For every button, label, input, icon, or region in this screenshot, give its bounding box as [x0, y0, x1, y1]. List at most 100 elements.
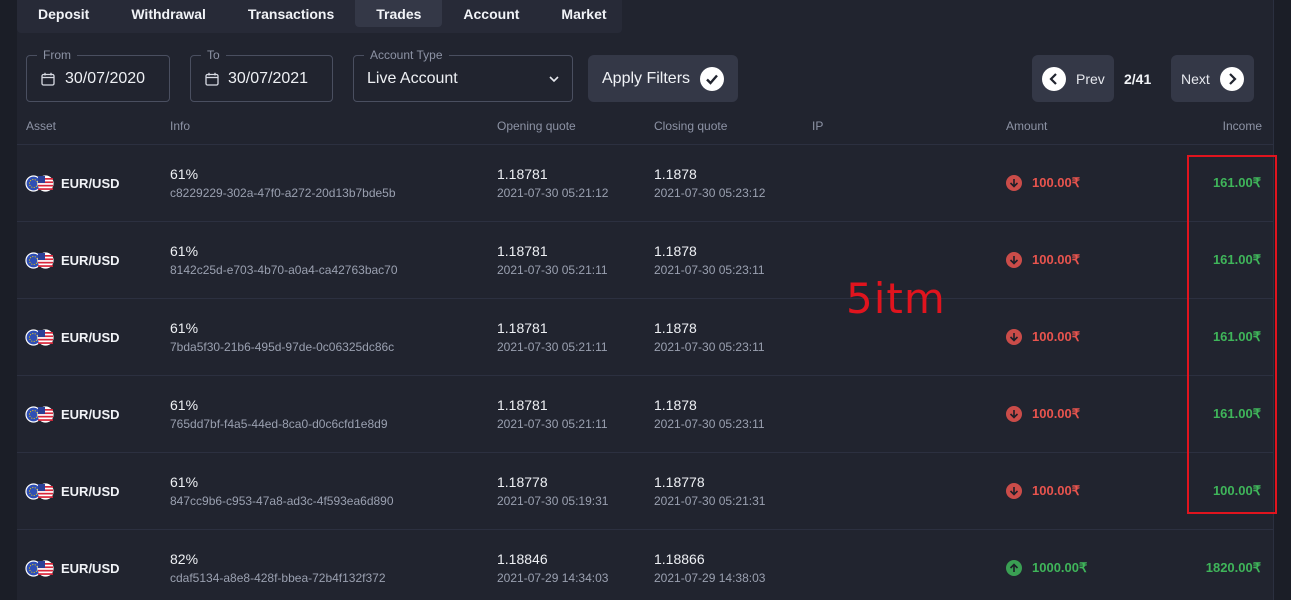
asset-label: EUR/USD: [61, 484, 120, 499]
asset-cell: EUR/USD: [25, 560, 120, 577]
eur-usd-flags-icon: [25, 406, 54, 423]
arrow-down-icon: [1006, 252, 1022, 268]
trade-id: c8229229-302a-47f0-a272-20d13b7bde5b: [170, 186, 396, 200]
to-legend: To: [201, 48, 226, 62]
closing-quote-value: 1.1878: [654, 397, 697, 413]
next-label: Next: [1181, 70, 1210, 87]
closing-quote-time: 2021-07-30 05:23:12: [654, 186, 766, 200]
asset-cell: EUR/USD: [25, 252, 120, 269]
col-closing-quote: Closing quote: [654, 119, 728, 133]
to-date-value: 30/07/2021: [228, 70, 309, 87]
opening-quote-time: 2021-07-30 05:21:12: [497, 186, 609, 200]
closing-quote-time: 2021-07-30 05:23:11: [654, 340, 765, 354]
closing-quote-time: 2021-07-30 05:23:11: [654, 263, 765, 277]
income-value: 1820.00₹: [1205, 560, 1261, 575]
eur-usd-flags-icon: [25, 175, 54, 192]
amount-value: 100.00₹: [1032, 483, 1081, 498]
trade-id: cdaf5134-a8e8-428f-bbea-72b4f132f372: [170, 571, 386, 585]
closing-quote-value: 1.18866: [654, 551, 705, 567]
col-opening-quote: Opening quote: [497, 119, 576, 133]
income-highlight-box: [1187, 155, 1277, 514]
tab-withdrawal[interactable]: Withdrawal: [110, 0, 227, 27]
info-percent: 82%: [170, 551, 199, 567]
info-percent: 61%: [170, 243, 199, 259]
account-tabs: Deposit Withdrawal Transactions Trades Accou…: [17, 0, 622, 33]
col-info: Info: [170, 119, 191, 133]
eur-usd-flags-icon: [25, 252, 54, 269]
closing-quote-time: 2021-07-30 05:23:11: [654, 417, 765, 431]
trade-id: 847cc9b6-c953-47a8-ad3c-4f593ea6d890: [170, 494, 394, 508]
col-asset: Asset: [26, 119, 57, 133]
table-row[interactable]: EUR/USD 61% 847cc9b6-c953-47a8-ad3c-4f593e…: [17, 452, 1273, 529]
arrow-down-icon: [1006, 406, 1022, 422]
asset-cell: EUR/USD: [25, 406, 120, 423]
from-date-value: 30/07/2020: [65, 70, 146, 87]
opening-quote-value: 1.18781: [497, 320, 548, 336]
opening-quote-time: 2021-07-30 05:21:11: [497, 263, 608, 277]
table-row[interactable]: EUR/USD 61% 7bda5f30-21b6-495d-97de-0c0632…: [17, 298, 1273, 375]
apply-filters-button[interactable]: Apply Filters: [588, 55, 738, 102]
eur-usd-flags-icon: [25, 329, 54, 346]
opening-quote-value: 1.18781: [497, 397, 548, 413]
eur-usd-flags-icon: [25, 560, 54, 577]
arrow-down-icon: [1006, 175, 1022, 191]
arrow-down-icon: [1006, 329, 1022, 345]
asset-label: EUR/USD: [61, 561, 120, 576]
opening-quote-value: 1.18781: [497, 166, 548, 182]
chevron-right-icon: [1219, 66, 1244, 91]
chevron-left-icon: [1042, 66, 1066, 91]
prev-label: Prev: [1076, 70, 1105, 87]
check-icon: [700, 67, 724, 91]
trade-id: 765dd7bf-f4a5-44ed-8ca0-d0c6cfd1e8d9: [170, 417, 388, 431]
tab-trades[interactable]: Trades: [355, 0, 443, 27]
amount-value: 100.00₹: [1032, 252, 1081, 267]
next-page-button[interactable]: Next: [1171, 55, 1254, 102]
opening-quote-time: 2021-07-30 05:21:11: [497, 340, 608, 354]
from-date-field[interactable]: From 30/07/2020: [26, 48, 170, 102]
account-type-value: Live Account: [367, 70, 458, 87]
opening-quote-time: 2021-07-30 05:19:31: [497, 494, 609, 508]
amount-cell: 100.00₹: [1006, 252, 1080, 268]
table-row[interactable]: EUR/USD 61% 765dd7bf-f4a5-44ed-8ca0-d0c6cf…: [17, 375, 1273, 452]
calendar-icon: [41, 72, 55, 86]
account-type-legend: Account Type: [364, 48, 449, 62]
closing-quote-value: 1.1878: [654, 166, 697, 182]
amount-cell: 100.00₹: [1006, 406, 1080, 422]
arrow-down-icon: [1006, 483, 1022, 499]
trades-page: Deposit Withdrawal Transactions Trades Accou…: [0, 0, 1291, 600]
opening-quote-value: 1.18778: [497, 474, 548, 490]
tab-market[interactable]: Market: [540, 0, 627, 27]
table-row[interactable]: EUR/USD 61% c8229229-302a-47f0-a272-20d13b…: [17, 144, 1273, 221]
annotation-text: 5itm: [846, 274, 946, 323]
closing-quote-time: 2021-07-30 05:21:31: [654, 494, 766, 508]
amount-value: 100.00₹: [1032, 329, 1081, 344]
opening-quote-value: 1.18781: [497, 243, 548, 259]
left-gutter: [0, 0, 17, 600]
tab-transactions[interactable]: Transactions: [227, 0, 355, 27]
asset-label: EUR/USD: [61, 407, 120, 422]
account-type-select[interactable]: Account Type Live Account: [353, 48, 573, 102]
closing-quote-time: 2021-07-29 14:38:03: [654, 571, 766, 585]
to-date-field[interactable]: To 30/07/2021: [190, 48, 333, 102]
amount-cell: 100.00₹: [1006, 329, 1080, 345]
info-percent: 61%: [170, 320, 199, 336]
page-indicator: 2/41: [1124, 71, 1152, 87]
info-percent: 61%: [170, 474, 199, 490]
prev-page-button[interactable]: Prev: [1032, 55, 1114, 102]
table-row[interactable]: EUR/USD 82% cdaf5134-a8e8-428f-bbea-72b4f1…: [17, 529, 1273, 600]
arrow-up-icon: [1006, 560, 1022, 576]
chevron-down-icon: [549, 76, 559, 83]
tab-deposit[interactable]: Deposit: [17, 0, 110, 27]
info-percent: 61%: [170, 397, 199, 413]
table-row[interactable]: EUR/USD 61% 8142c25d-e703-4b70-a0a4-ca4276…: [17, 221, 1273, 298]
trade-id: 8142c25d-e703-4b70-a0a4-ca42763bac70: [170, 263, 398, 277]
col-income: Income: [1222, 119, 1262, 133]
info-percent: 61%: [170, 166, 199, 182]
opening-quote-value: 1.18846: [497, 551, 548, 567]
opening-quote-time: 2021-07-30 05:21:11: [497, 417, 608, 431]
asset-label: EUR/USD: [61, 253, 120, 268]
closing-quote-value: 1.1878: [654, 243, 697, 259]
tab-account[interactable]: Account: [442, 0, 540, 27]
apply-filters-label: Apply Filters: [602, 69, 691, 87]
amount-cell: 100.00₹: [1006, 175, 1080, 191]
